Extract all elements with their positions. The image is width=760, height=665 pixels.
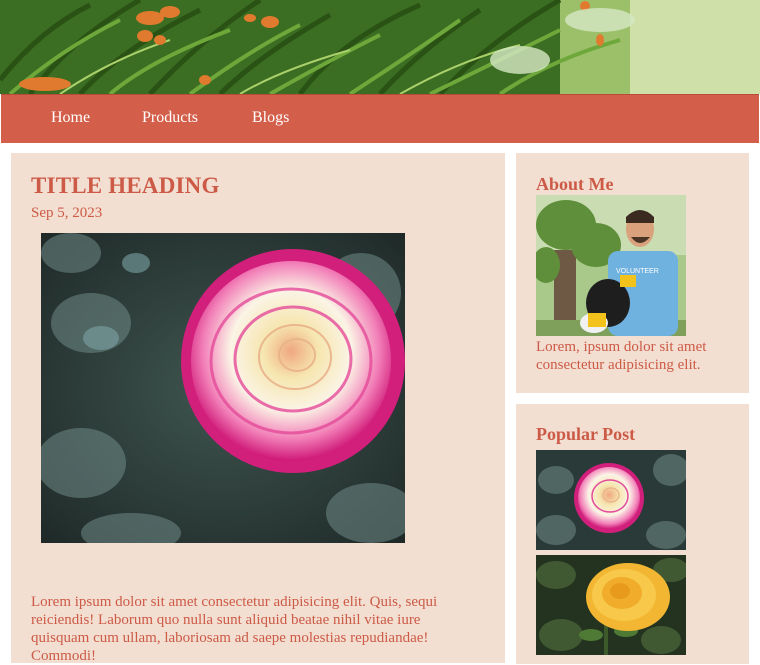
top-nav-bar: Home Products Blogs (1, 94, 759, 143)
nav-link-products[interactable]: Products (142, 109, 198, 127)
volunteer-shirt-text: VOLUNTEER (616, 268, 659, 275)
nav-link-blogs[interactable]: Blogs (252, 109, 289, 127)
popular-post-thumbnail-pink-rose[interactable] (536, 450, 686, 550)
main-post-card: TITLE HEADING Sep 5, 2023 Lorem ipsum do… (11, 153, 505, 664)
about-me-card: About Me VOLUNTEER Lorem, ipsum dolor si… (516, 153, 749, 393)
nav-link-home[interactable]: Home (51, 109, 90, 127)
header-banner-image (0, 0, 760, 94)
volunteer-photo: VOLUNTEER (536, 195, 686, 336)
pink-rose-photo (41, 233, 405, 543)
popular-post-title: Popular Post (536, 424, 636, 444)
popular-post-thumbnail-yellow-rose[interactable] (536, 555, 686, 655)
about-me-text: Lorem, ipsum dolor sit amet consectetur … (536, 339, 707, 373)
post-body-text: Lorem ipsum dolor sit amet consectetur a… (31, 594, 438, 664)
about-me-title: About Me (536, 174, 614, 194)
post-date: Sep 5, 2023 (31, 205, 103, 221)
post-title: TITLE HEADING (31, 173, 220, 198)
popular-post-card: Popular Post (516, 404, 749, 664)
